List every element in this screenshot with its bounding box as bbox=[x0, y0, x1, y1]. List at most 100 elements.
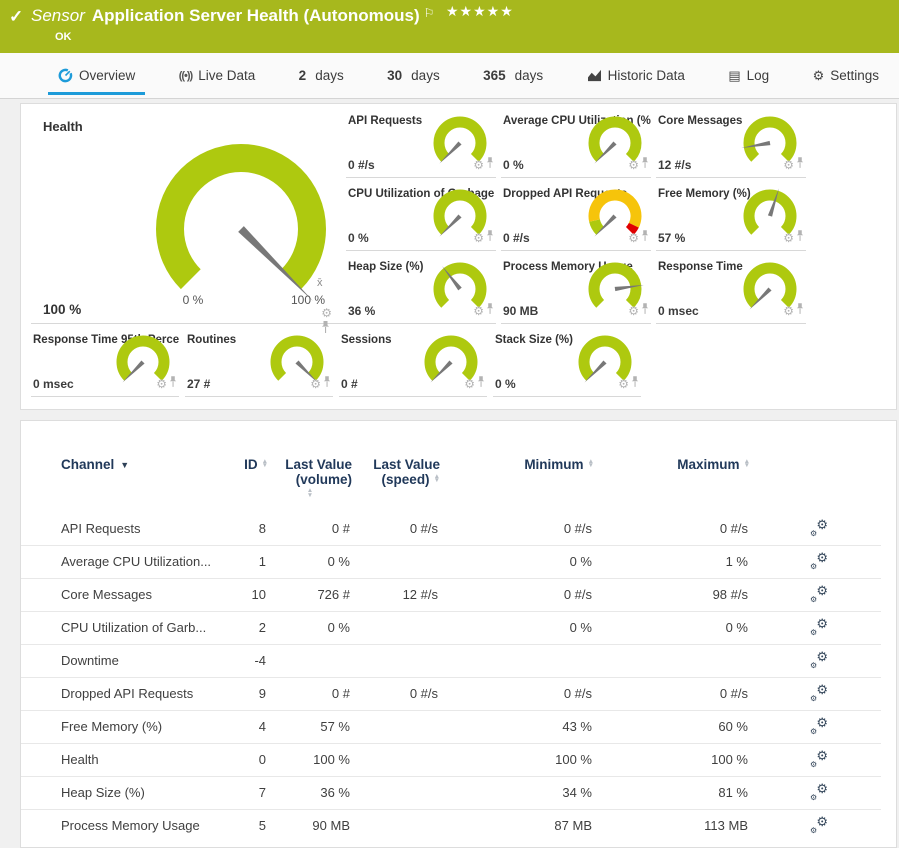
gear-icon[interactable]: ⚙ bbox=[321, 307, 332, 319]
cell-channel[interactable]: CPU Utilization of Garb... bbox=[21, 611, 226, 644]
gauge-tile[interactable]: Core Messages 12 #/s ⚙ bbox=[656, 105, 806, 178]
health-gauge-tile[interactable]: Health 0 % 100 % x̄ 100 % ⚙ bbox=[31, 105, 346, 324]
pin-icon[interactable] bbox=[169, 375, 177, 393]
column-header-minimum[interactable]: Minimum▲▼ bbox=[440, 443, 594, 512]
tab-label: days bbox=[515, 68, 544, 83]
gauge-tile[interactable]: Free Memory (%) 57 % ⚙ bbox=[656, 178, 806, 251]
pin-icon[interactable] bbox=[631, 375, 639, 393]
channel-settings-icon[interactable]: ⚙⚙ bbox=[810, 651, 828, 667]
cell-channel[interactable]: Heap Size (%) bbox=[21, 776, 226, 809]
column-header-last-speed[interactable]: Last Value (speed)▲▼ bbox=[352, 443, 440, 512]
gear-icon[interactable]: ⚙ bbox=[628, 305, 639, 317]
column-header-channel[interactable]: Channel▼ bbox=[21, 443, 226, 512]
tab-historic-data[interactable]: Historic Data bbox=[577, 53, 695, 98]
column-header-id[interactable]: ID▲▼ bbox=[226, 443, 268, 512]
gear-icon[interactable]: ⚙ bbox=[618, 378, 629, 390]
channel-settings-icon[interactable]: ⚙⚙ bbox=[810, 585, 828, 601]
tab-live-data[interactable]: ((•)) Live Data bbox=[169, 53, 266, 98]
gauge-tile[interactable]: Response Time 0 msec ⚙ bbox=[656, 251, 806, 324]
gauge-tile[interactable]: Process Memory Usage 90 MB ⚙ bbox=[501, 251, 651, 324]
channel-settings-icon[interactable]: ⚙⚙ bbox=[810, 783, 828, 799]
live-data-icon: ((•)) bbox=[179, 70, 193, 82]
tab-overview[interactable]: Overview bbox=[48, 53, 145, 98]
cell-channel[interactable]: Average CPU Utilization... bbox=[21, 545, 226, 578]
table-row[interactable]: Health 0 100 % 100 % 100 % ⚙⚙ bbox=[21, 743, 881, 776]
pin-icon[interactable] bbox=[486, 302, 494, 320]
pin-icon[interactable] bbox=[796, 302, 804, 320]
column-header-last-volume[interactable]: Last Value (volume) ▲▼ bbox=[268, 443, 352, 512]
cell-last-volume: 0 # bbox=[268, 677, 352, 710]
channel-settings-icon[interactable]: ⚙⚙ bbox=[810, 750, 828, 766]
pin-icon[interactable] bbox=[486, 156, 494, 174]
gear-icon[interactable]: ⚙ bbox=[628, 232, 639, 244]
cell-channel[interactable]: Core Messages bbox=[21, 578, 226, 611]
cell-channel[interactable]: Free Memory (%) bbox=[21, 710, 226, 743]
gauge-tile[interactable]: Sessions 0 # ⚙ bbox=[339, 324, 487, 397]
cell-channel[interactable]: Process Memory Usage bbox=[21, 809, 226, 842]
cell-channel[interactable]: Dropped API Requests bbox=[21, 677, 226, 710]
gear-icon[interactable]: ⚙ bbox=[473, 305, 484, 317]
channel-settings-icon[interactable]: ⚙⚙ bbox=[810, 552, 828, 568]
gear-icon[interactable]: ⚙ bbox=[783, 305, 794, 317]
gauge-tile[interactable]: Dropped API Requests 0 #/s ⚙ bbox=[501, 178, 651, 251]
tab-log[interactable]: ▤ Log bbox=[718, 53, 779, 98]
gear-icon[interactable]: ⚙ bbox=[310, 378, 321, 390]
channel-settings-icon[interactable]: ⚙⚙ bbox=[810, 684, 828, 700]
tab-label: Overview bbox=[79, 68, 135, 83]
sort-icon: ▲▼ bbox=[434, 475, 440, 484]
gauge-tile[interactable]: Heap Size (%) 36 % ⚙ bbox=[346, 251, 496, 324]
tab-2-days[interactable]: 2 days bbox=[289, 53, 354, 98]
pin-icon[interactable] bbox=[641, 302, 649, 320]
gear-icon[interactable]: ⚙ bbox=[473, 159, 484, 171]
channel-settings-icon[interactable]: ⚙⚙ bbox=[810, 618, 828, 634]
gear-icon[interactable]: ⚙ bbox=[783, 159, 794, 171]
channel-settings-icon[interactable]: ⚙⚙ bbox=[810, 816, 828, 832]
pin-icon[interactable] bbox=[641, 156, 649, 174]
pin-icon[interactable] bbox=[641, 229, 649, 247]
table-row[interactable]: API Requests 8 0 # 0 #/s 0 #/s 0 #/s ⚙⚙ bbox=[21, 512, 881, 545]
pin-icon[interactable] bbox=[796, 229, 804, 247]
gauge-tile-value: 0 # bbox=[341, 377, 358, 391]
pin-icon[interactable] bbox=[796, 156, 804, 174]
table-row[interactable]: CPU Utilization of Garb... 2 0 % 0 % 0 %… bbox=[21, 611, 881, 644]
gauge-tile[interactable]: CPU Utilization of Garbage C... 0 % ⚙ bbox=[346, 178, 496, 251]
table-row[interactable]: Average CPU Utilization... 1 0 % 0 % 1 %… bbox=[21, 545, 881, 578]
pin-icon[interactable] bbox=[477, 375, 485, 393]
gear-icon[interactable]: ⚙ bbox=[628, 159, 639, 171]
object-kind-label: Sensor bbox=[31, 6, 85, 25]
gauge-tile[interactable]: Stack Size (%) 0 % ⚙ bbox=[493, 324, 641, 397]
tab-label: Log bbox=[747, 68, 770, 83]
table-row[interactable]: Process Memory Usage 5 90 MB 87 MB 113 M… bbox=[21, 809, 881, 842]
cell-channel[interactable]: Downtime bbox=[21, 644, 226, 677]
gauge-tile-value: 90 MB bbox=[503, 304, 538, 318]
channel-settings-icon[interactable]: ⚙⚙ bbox=[810, 519, 828, 535]
gear-icon[interactable]: ⚙ bbox=[783, 232, 794, 244]
gauge-tile-value: 57 % bbox=[658, 231, 685, 245]
table-row[interactable]: Core Messages 10 726 # 12 #/s 0 #/s 98 #… bbox=[21, 578, 881, 611]
gauge-tile[interactable]: API Requests 0 #/s ⚙ bbox=[346, 105, 496, 178]
table-row[interactable]: Dropped API Requests 9 0 # 0 #/s 0 #/s 0… bbox=[21, 677, 881, 710]
gauge-tile-value: 0 % bbox=[348, 231, 369, 245]
gauge-tile[interactable]: Response Time 95th Percentile 0 msec ⚙ bbox=[31, 324, 179, 397]
table-row[interactable]: Heap Size (%) 7 36 % 34 % 81 % ⚙⚙ bbox=[21, 776, 881, 809]
health-axis-min: 0 % bbox=[173, 293, 213, 307]
tab-365-days[interactable]: 365 days bbox=[473, 53, 553, 98]
gear-icon[interactable]: ⚙ bbox=[156, 378, 167, 390]
tab-settings[interactable]: ⚙ Settings bbox=[803, 53, 889, 98]
gauge-tile[interactable]: Average CPU Utilization (%) 0 % ⚙ bbox=[501, 105, 651, 178]
cell-channel[interactable]: API Requests bbox=[21, 512, 226, 545]
priority-stars[interactable]: ★★★★★ bbox=[446, 3, 514, 20]
table-row[interactable]: Free Memory (%) 4 57 % 43 % 60 % ⚙⚙ bbox=[21, 710, 881, 743]
column-header-maximum[interactable]: Maximum▲▼ bbox=[594, 443, 750, 512]
cell-channel[interactable]: Health bbox=[21, 743, 226, 776]
table-row[interactable]: Downtime -4 ⚙⚙ bbox=[21, 644, 881, 677]
tab-30-days[interactable]: 30 days bbox=[377, 53, 450, 98]
pin-icon[interactable] bbox=[323, 375, 331, 393]
gauge-tile[interactable]: Routines 27 # ⚙ bbox=[185, 324, 333, 397]
flag-icon[interactable]: ⚐ bbox=[424, 6, 435, 20]
gear-icon[interactable]: ⚙ bbox=[464, 378, 475, 390]
pin-icon[interactable] bbox=[486, 229, 494, 247]
gear-icon[interactable]: ⚙ bbox=[473, 232, 484, 244]
cell-last-speed bbox=[352, 743, 440, 776]
channel-settings-icon[interactable]: ⚙⚙ bbox=[810, 717, 828, 733]
